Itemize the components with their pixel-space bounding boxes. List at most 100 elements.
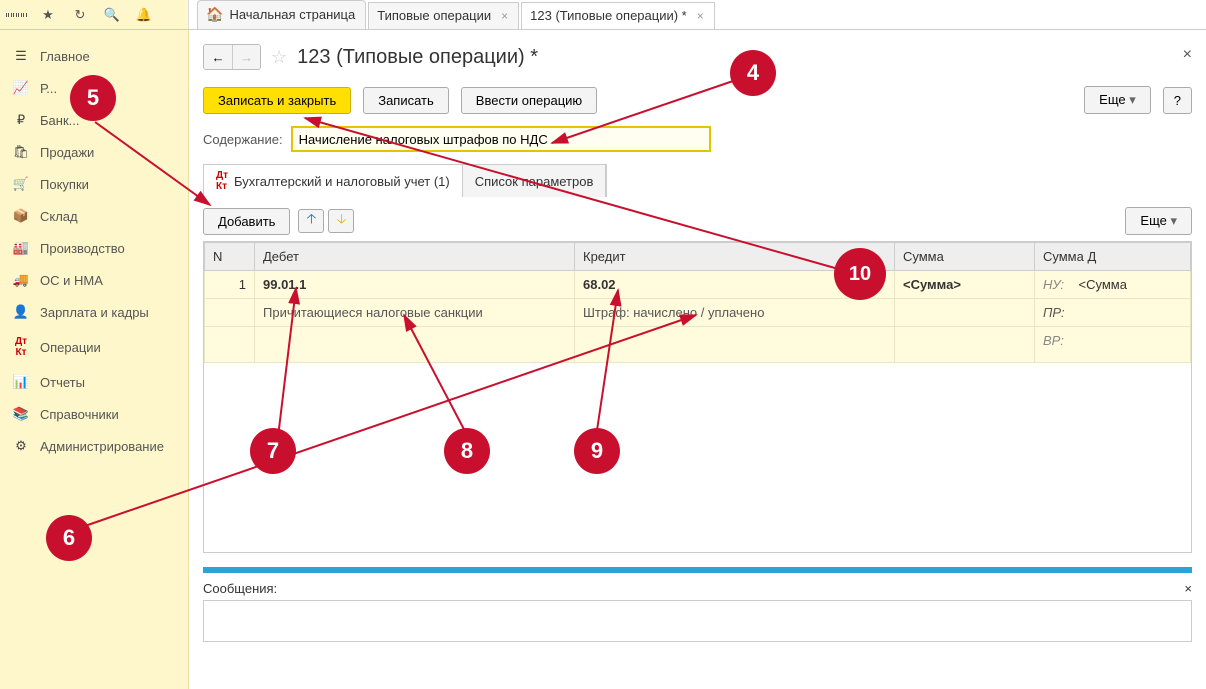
factory-icon: 🏭	[12, 240, 30, 256]
person-icon: 👤	[12, 304, 30, 320]
sidebar-item-label: Зарплата и кадры	[40, 305, 149, 320]
add-button[interactable]: Добавить	[203, 208, 290, 235]
history-icon[interactable]: ↻	[70, 5, 90, 25]
sidebar-item-assets[interactable]: 🚚 ОС и НМА	[0, 264, 188, 296]
tab-label: Список параметров	[475, 174, 594, 189]
sidebar-item-label: Производство	[40, 241, 125, 256]
messages-section: Сообщения: ×	[203, 567, 1192, 642]
messages-body	[203, 600, 1192, 642]
sidebar-item-main[interactable]: ☰ Главное	[0, 40, 188, 72]
home-icon: 🏠	[206, 6, 223, 23]
col-credit[interactable]: Кредит	[575, 243, 895, 271]
star-icon[interactable]: ★	[38, 5, 58, 25]
cell-debit-desc: Причитающиеся налоговые санкции	[255, 299, 575, 327]
inner-tabs: ДтКт Бухгалтерский и налоговый учет (1) …	[203, 164, 607, 197]
messages-label: Сообщения:	[203, 581, 277, 596]
cell-sumd: НУ: <Сумма	[1035, 271, 1191, 299]
col-sum[interactable]: Сумма	[895, 243, 1035, 271]
top-icon-bar: ★ ↻ 🔍 🔔	[0, 0, 189, 29]
col-n[interactable]: N	[205, 243, 255, 271]
search-icon[interactable]: 🔍	[102, 5, 122, 25]
col-debit[interactable]: Дебет	[255, 243, 575, 271]
sidebar-item-admin[interactable]: ⚙ Администрирование	[0, 430, 188, 462]
tab-home[interactable]: 🏠 Начальная страница	[197, 0, 366, 29]
sidebar-item-label: Отчеты	[40, 375, 85, 390]
help-button[interactable]: ?	[1163, 87, 1192, 114]
entries-table[interactable]: N Дебет Кредит Сумма Сумма Д 1 99.01.1 6…	[204, 242, 1191, 363]
content-area: ← → ☆ 123 (Типовые операции) * × Записат…	[189, 30, 1206, 689]
apps-icon[interactable]	[6, 5, 26, 25]
table-row[interactable]: 1 99.01.1 68.02 <Сумма> НУ: <Сумма	[205, 271, 1191, 299]
sidebar-item-manager[interactable]: 📈Р...	[0, 72, 188, 104]
col-sumd[interactable]: Сумма Д	[1035, 243, 1191, 271]
table-toolbar: Добавить 🡡 🡣 Еще	[203, 207, 1192, 235]
move-up-button[interactable]: 🡡	[298, 209, 324, 233]
messages-divider	[203, 567, 1192, 573]
cell-credit-desc: Штраф: начислено / уплачено	[575, 299, 895, 327]
cell-credit-acc[interactable]: 68.02	[575, 271, 895, 299]
sidebar-item-warehouse[interactable]: 📦 Склад	[0, 200, 188, 232]
sidebar-item-production[interactable]: 🏭 Производство	[0, 232, 188, 264]
sidebar-item-bank[interactable]: ₽Банк...	[0, 104, 188, 136]
sidebar-item-sales[interactable]: 🛍Продажи	[0, 136, 188, 168]
back-button[interactable]: ←	[204, 45, 232, 69]
sidebar-item-label: Покупки	[40, 177, 89, 192]
tabs-row: 🏠 Начальная страница Типовые операции × …	[189, 0, 1206, 29]
tab-current[interactable]: 123 (Типовые операции) * ×	[521, 2, 715, 29]
tab-label: Типовые операции	[377, 8, 491, 23]
tab-label: Бухгалтерский и налоговый учет (1)	[234, 174, 450, 189]
chart-icon: 📈	[12, 80, 30, 96]
move-down-button[interactable]: 🡣	[328, 209, 354, 233]
sidebar-item-catalogs[interactable]: 📚 Справочники	[0, 398, 188, 430]
bag-icon: 🛍	[12, 144, 30, 160]
tab-label: 123 (Типовые операции) *	[530, 8, 687, 23]
messages-close-icon[interactable]: ×	[1184, 581, 1192, 596]
top-row: ★ ↻ 🔍 🔔 🏠 Начальная страница Типовые опе…	[0, 0, 1206, 30]
sidebar: ☰ Главное 📈Р... ₽Банк... 🛍Продажи 🛒 Покупк…	[0, 30, 189, 689]
close-icon[interactable]: ×	[501, 9, 508, 23]
table-more-button[interactable]: Еще	[1125, 207, 1192, 235]
cell-n: 1	[205, 271, 255, 299]
page-title: 123 (Типовые операции) *	[297, 46, 538, 69]
save-close-button[interactable]: Записать и закрыть	[203, 87, 351, 114]
more-button[interactable]: Еще	[1084, 86, 1151, 114]
cart-icon: 🛒	[12, 176, 30, 192]
grid-wrap: N Дебет Кредит Сумма Сумма Д 1 99.01.1 6…	[203, 241, 1192, 553]
close-page-icon[interactable]: ×	[1183, 46, 1192, 64]
sidebar-item-label: Склад	[40, 209, 78, 224]
table-row-extra[interactable]: ВР:	[205, 327, 1191, 363]
table-header-row: N Дебет Кредит Сумма Сумма Д	[205, 243, 1191, 271]
tab-accounting[interactable]: ДтКт Бухгалтерский и налоговый учет (1)	[204, 165, 463, 197]
sidebar-item-label: Операции	[40, 340, 101, 355]
enter-operation-button[interactable]: Ввести операцию	[461, 87, 597, 114]
sidebar-item-purchases[interactable]: 🛒 Покупки	[0, 168, 188, 200]
cell-debit-acc[interactable]: 99.01.1	[255, 271, 575, 299]
gear-icon: ⚙	[12, 438, 30, 454]
sidebar-item-label: Администрирование	[40, 439, 164, 454]
truck-icon: 🚚	[12, 272, 30, 288]
cell-vr: ВР:	[1035, 327, 1191, 363]
tab-typical-ops[interactable]: Типовые операции ×	[368, 2, 519, 29]
sidebar-item-reports[interactable]: 📊Отчеты	[0, 366, 188, 398]
actions-row: Записать и закрыть Записать Ввести опера…	[203, 86, 1192, 114]
close-icon[interactable]: ×	[697, 9, 704, 23]
sidebar-item-label: Банк...	[40, 113, 79, 128]
sidebar-item-payroll[interactable]: 👤 Зарплата и кадры	[0, 296, 188, 328]
cell-sum[interactable]: <Сумма>	[895, 271, 1035, 299]
dtct-icon: ДтКт	[12, 336, 30, 358]
sidebar-item-label: Главное	[40, 49, 90, 64]
menu-icon: ☰	[12, 48, 30, 64]
box-icon: 📦	[12, 208, 30, 224]
forward-button[interactable]: →	[232, 45, 260, 69]
sidebar-item-label: ОС и НМА	[40, 273, 103, 288]
tab-params[interactable]: Список параметров	[463, 165, 607, 197]
sidebar-item-operations[interactable]: ДтКт Операции	[0, 328, 188, 366]
save-button[interactable]: Записать	[363, 87, 449, 114]
cell-pr: ПР:	[1035, 299, 1191, 327]
table-row-desc[interactable]: Причитающиеся налоговые санкции Штраф: н…	[205, 299, 1191, 327]
content-input[interactable]	[291, 126, 711, 152]
bell-icon[interactable]: 🔔	[134, 5, 154, 25]
books-icon: 📚	[12, 406, 30, 422]
favorite-icon[interactable]: ☆	[271, 47, 287, 68]
sidebar-item-label: Справочники	[40, 407, 119, 422]
